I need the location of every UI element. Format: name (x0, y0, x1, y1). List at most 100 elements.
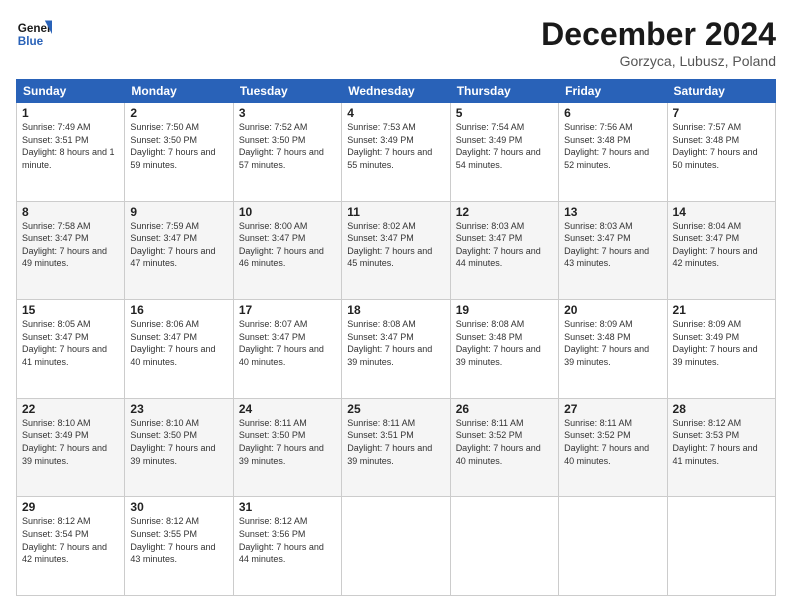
day-header: Thursday (450, 80, 558, 103)
day-number: 29 (22, 500, 119, 514)
day-info: Sunrise: 8:12 AMSunset: 3:55 PMDaylight:… (130, 516, 215, 564)
day-cell: 3 Sunrise: 7:52 AMSunset: 3:50 PMDayligh… (233, 103, 341, 202)
header: General Blue December 2024 Gorzyca, Lubu… (16, 16, 776, 69)
day-number: 20 (564, 303, 661, 317)
day-number: 12 (456, 205, 553, 219)
day-cell: 4 Sunrise: 7:53 AMSunset: 3:49 PMDayligh… (342, 103, 450, 202)
day-number: 6 (564, 106, 661, 120)
logo-icon: General Blue (16, 16, 52, 52)
day-cell: 25 Sunrise: 8:11 AMSunset: 3:51 PMDaylig… (342, 398, 450, 497)
day-header: Wednesday (342, 80, 450, 103)
day-number: 30 (130, 500, 227, 514)
day-info: Sunrise: 8:08 AMSunset: 3:47 PMDaylight:… (347, 319, 432, 367)
day-number: 17 (239, 303, 336, 317)
day-cell: 19 Sunrise: 8:08 AMSunset: 3:48 PMDaylig… (450, 300, 558, 399)
day-cell (559, 497, 667, 596)
day-cell: 9 Sunrise: 7:59 AMSunset: 3:47 PMDayligh… (125, 201, 233, 300)
week-row: 29 Sunrise: 8:12 AMSunset: 3:54 PMDaylig… (17, 497, 776, 596)
day-info: Sunrise: 7:59 AMSunset: 3:47 PMDaylight:… (130, 221, 215, 269)
day-info: Sunrise: 8:07 AMSunset: 3:47 PMDaylight:… (239, 319, 324, 367)
day-cell: 20 Sunrise: 8:09 AMSunset: 3:48 PMDaylig… (559, 300, 667, 399)
day-info: Sunrise: 8:09 AMSunset: 3:49 PMDaylight:… (673, 319, 758, 367)
day-cell: 11 Sunrise: 8:02 AMSunset: 3:47 PMDaylig… (342, 201, 450, 300)
day-info: Sunrise: 7:53 AMSunset: 3:49 PMDaylight:… (347, 122, 432, 170)
day-number: 13 (564, 205, 661, 219)
day-cell: 30 Sunrise: 8:12 AMSunset: 3:55 PMDaylig… (125, 497, 233, 596)
day-info: Sunrise: 8:03 AMSunset: 3:47 PMDaylight:… (456, 221, 541, 269)
day-cell: 14 Sunrise: 8:04 AMSunset: 3:47 PMDaylig… (667, 201, 775, 300)
day-info: Sunrise: 7:57 AMSunset: 3:48 PMDaylight:… (673, 122, 758, 170)
day-number: 27 (564, 402, 661, 416)
day-info: Sunrise: 8:06 AMSunset: 3:47 PMDaylight:… (130, 319, 215, 367)
day-cell: 29 Sunrise: 8:12 AMSunset: 3:54 PMDaylig… (17, 497, 125, 596)
day-number: 23 (130, 402, 227, 416)
day-info: Sunrise: 8:02 AMSunset: 3:47 PMDaylight:… (347, 221, 432, 269)
day-number: 4 (347, 106, 444, 120)
day-number: 15 (22, 303, 119, 317)
page: General Blue December 2024 Gorzyca, Lubu… (0, 0, 792, 612)
day-header: Monday (125, 80, 233, 103)
day-number: 1 (22, 106, 119, 120)
day-info: Sunrise: 8:00 AMSunset: 3:47 PMDaylight:… (239, 221, 324, 269)
day-header: Saturday (667, 80, 775, 103)
day-info: Sunrise: 8:12 AMSunset: 3:56 PMDaylight:… (239, 516, 324, 564)
day-info: Sunrise: 7:50 AMSunset: 3:50 PMDaylight:… (130, 122, 215, 170)
day-number: 18 (347, 303, 444, 317)
day-cell: 8 Sunrise: 7:58 AMSunset: 3:47 PMDayligh… (17, 201, 125, 300)
day-number: 5 (456, 106, 553, 120)
day-number: 3 (239, 106, 336, 120)
week-row: 1 Sunrise: 7:49 AMSunset: 3:51 PMDayligh… (17, 103, 776, 202)
day-cell: 10 Sunrise: 8:00 AMSunset: 3:47 PMDaylig… (233, 201, 341, 300)
day-info: Sunrise: 8:11 AMSunset: 3:50 PMDaylight:… (239, 418, 324, 466)
day-cell: 17 Sunrise: 8:07 AMSunset: 3:47 PMDaylig… (233, 300, 341, 399)
day-info: Sunrise: 8:12 AMSunset: 3:54 PMDaylight:… (22, 516, 107, 564)
day-number: 14 (673, 205, 770, 219)
title-block: December 2024 Gorzyca, Lubusz, Poland (541, 16, 776, 69)
day-number: 9 (130, 205, 227, 219)
day-info: Sunrise: 7:54 AMSunset: 3:49 PMDaylight:… (456, 122, 541, 170)
day-cell: 22 Sunrise: 8:10 AMSunset: 3:49 PMDaylig… (17, 398, 125, 497)
day-number: 8 (22, 205, 119, 219)
day-cell (342, 497, 450, 596)
day-info: Sunrise: 8:05 AMSunset: 3:47 PMDaylight:… (22, 319, 107, 367)
day-cell: 15 Sunrise: 8:05 AMSunset: 3:47 PMDaylig… (17, 300, 125, 399)
day-cell: 31 Sunrise: 8:12 AMSunset: 3:56 PMDaylig… (233, 497, 341, 596)
day-number: 10 (239, 205, 336, 219)
day-number: 7 (673, 106, 770, 120)
day-cell (667, 497, 775, 596)
day-number: 28 (673, 402, 770, 416)
day-number: 19 (456, 303, 553, 317)
day-info: Sunrise: 7:49 AMSunset: 3:51 PMDaylight:… (22, 122, 115, 170)
week-row: 22 Sunrise: 8:10 AMSunset: 3:49 PMDaylig… (17, 398, 776, 497)
day-number: 26 (456, 402, 553, 416)
day-cell: 1 Sunrise: 7:49 AMSunset: 3:51 PMDayligh… (17, 103, 125, 202)
day-info: Sunrise: 7:52 AMSunset: 3:50 PMDaylight:… (239, 122, 324, 170)
day-info: Sunrise: 8:11 AMSunset: 3:51 PMDaylight:… (347, 418, 432, 466)
logo: General Blue (16, 16, 52, 52)
day-cell: 27 Sunrise: 8:11 AMSunset: 3:52 PMDaylig… (559, 398, 667, 497)
day-number: 2 (130, 106, 227, 120)
day-info: Sunrise: 8:04 AMSunset: 3:47 PMDaylight:… (673, 221, 758, 269)
day-header: Tuesday (233, 80, 341, 103)
day-number: 21 (673, 303, 770, 317)
week-row: 8 Sunrise: 7:58 AMSunset: 3:47 PMDayligh… (17, 201, 776, 300)
day-number: 11 (347, 205, 444, 219)
day-number: 25 (347, 402, 444, 416)
day-cell: 28 Sunrise: 8:12 AMSunset: 3:53 PMDaylig… (667, 398, 775, 497)
day-header: Friday (559, 80, 667, 103)
subtitle: Gorzyca, Lubusz, Poland (541, 53, 776, 69)
day-cell: 5 Sunrise: 7:54 AMSunset: 3:49 PMDayligh… (450, 103, 558, 202)
day-info: Sunrise: 7:58 AMSunset: 3:47 PMDaylight:… (22, 221, 107, 269)
day-cell (450, 497, 558, 596)
day-info: Sunrise: 8:10 AMSunset: 3:49 PMDaylight:… (22, 418, 107, 466)
day-info: Sunrise: 8:10 AMSunset: 3:50 PMDaylight:… (130, 418, 215, 466)
day-cell: 24 Sunrise: 8:11 AMSunset: 3:50 PMDaylig… (233, 398, 341, 497)
day-info: Sunrise: 8:03 AMSunset: 3:47 PMDaylight:… (564, 221, 649, 269)
header-row: SundayMondayTuesdayWednesdayThursdayFrid… (17, 80, 776, 103)
day-number: 24 (239, 402, 336, 416)
day-info: Sunrise: 8:08 AMSunset: 3:48 PMDaylight:… (456, 319, 541, 367)
day-cell: 23 Sunrise: 8:10 AMSunset: 3:50 PMDaylig… (125, 398, 233, 497)
day-cell: 6 Sunrise: 7:56 AMSunset: 3:48 PMDayligh… (559, 103, 667, 202)
day-cell: 12 Sunrise: 8:03 AMSunset: 3:47 PMDaylig… (450, 201, 558, 300)
day-info: Sunrise: 8:11 AMSunset: 3:52 PMDaylight:… (564, 418, 649, 466)
